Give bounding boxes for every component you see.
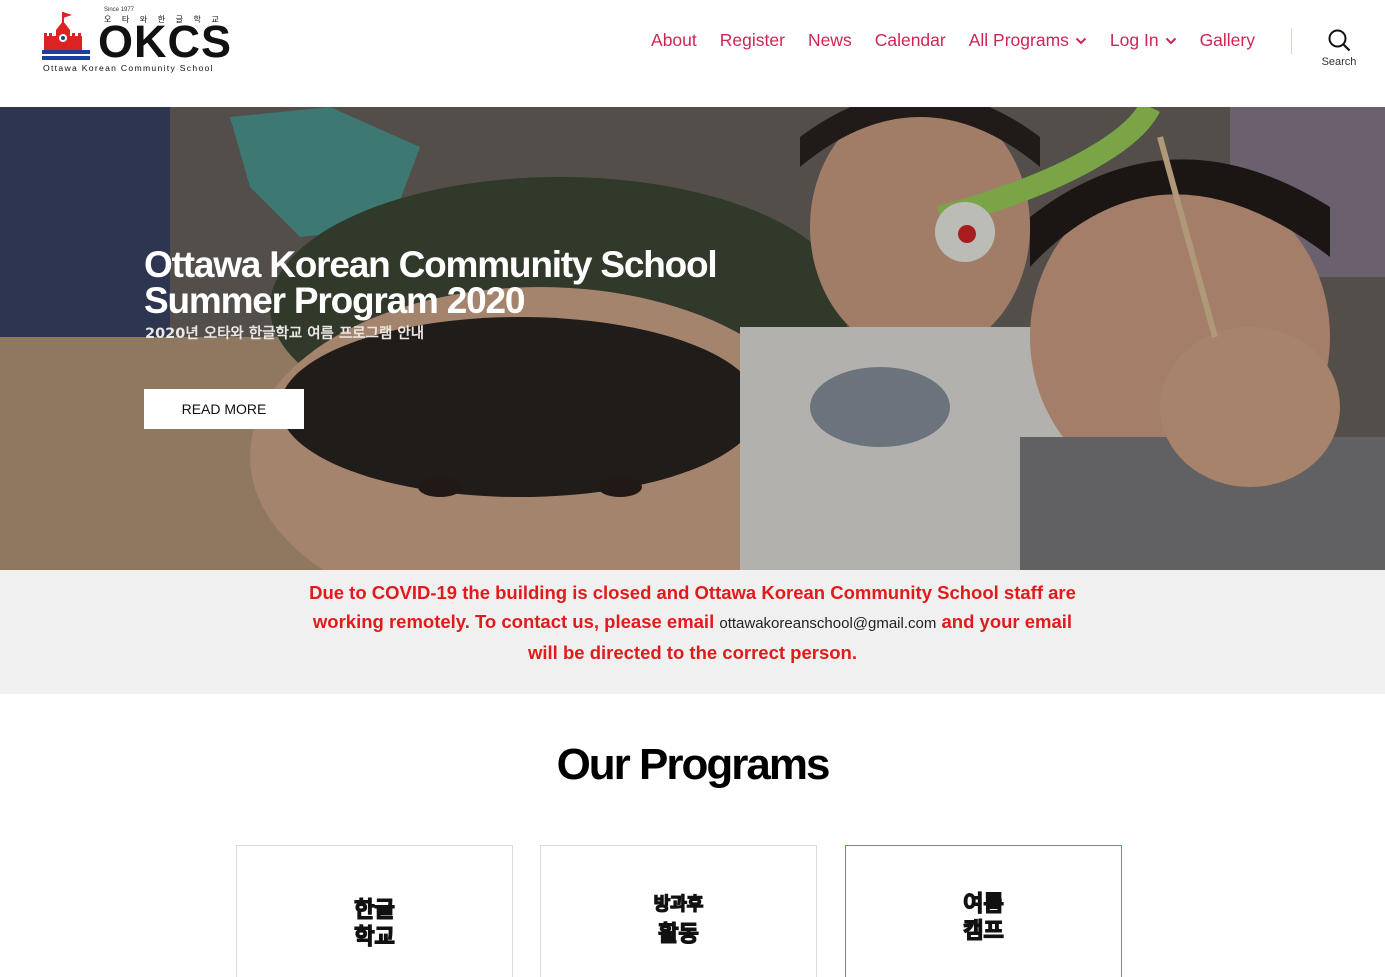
nav-log-in-label: Log In (1109, 30, 1159, 50)
contact-email-link[interactable]: ottawakoreanschool@gmail.com (719, 615, 936, 632)
site-header: Since 1977 오 타 와 한 글 학 교 OKCS Ottawa Kor… (0, 0, 1385, 107)
program-card-line2: 학교 (354, 924, 396, 950)
program-card-line2: 캠프 (963, 918, 1005, 944)
logo-since-text: Since 1977 (104, 7, 135, 13)
nav-register-label: Register (719, 30, 785, 50)
notice-text: Due to COVID-19 the building is closed a… (298, 578, 1088, 667)
hero-banner: Ottawa Korean Community School Summer Pr… (0, 107, 1385, 570)
nav-all-programs[interactable]: All Programs (969, 30, 1087, 51)
read-more-button[interactable]: READ MORE (144, 389, 304, 429)
chevron-down-icon (1075, 37, 1087, 44)
nav-gallery[interactable]: Gallery (1200, 30, 1255, 51)
hero-title: Ottawa Korean Community School Summer Pr… (144, 244, 718, 321)
program-card-line1: 방과후 (653, 893, 704, 915)
search-toggle-button[interactable]: Search (1313, 27, 1365, 77)
nav-register[interactable]: Register (720, 30, 785, 51)
program-card-line2: 활동 (658, 921, 700, 947)
chevron-down-icon (1165, 37, 1176, 44)
nav-calendar-label: Calendar (874, 30, 946, 50)
nav-divider (1291, 28, 1292, 54)
search-icon (1328, 29, 1350, 52)
logo-wordmark: OKCS (98, 16, 233, 67)
nav-about[interactable]: About (651, 30, 697, 51)
search-label: Search (1321, 56, 1357, 68)
nav-news[interactable]: News (808, 30, 852, 51)
site-logo[interactable]: Since 1977 오 타 와 한 글 학 교 OKCS Ottawa Kor… (42, 6, 232, 76)
primary-nav: About Register News Calendar All Program… (628, 30, 1255, 51)
covid-notice: Due to COVID-19 the building is closed a… (0, 570, 1385, 694)
logo-subtitle: Ottawa Korean Community School (43, 63, 214, 73)
nav-about-label: About (651, 30, 697, 50)
program-card-summer-camp[interactable]: 여름 캠프 (845, 845, 1122, 977)
nav-all-programs-label: All Programs (968, 30, 1069, 50)
nav-gallery-label: Gallery (1199, 30, 1255, 50)
program-card-korean-school[interactable]: 한글 학교 (236, 845, 513, 977)
nav-calendar[interactable]: Calendar (875, 30, 946, 51)
programs-heading: Our Programs (556, 740, 831, 789)
nav-log-in[interactable]: Log In (1110, 30, 1177, 51)
castle-logo-icon (42, 12, 90, 60)
nav-news-label: News (807, 30, 852, 50)
program-card-after-school[interactable]: 방과후 활동 (540, 845, 817, 977)
hero-subtitle: 2020년 오타와 한글학교 여름 프로그램 안내 (145, 326, 425, 342)
